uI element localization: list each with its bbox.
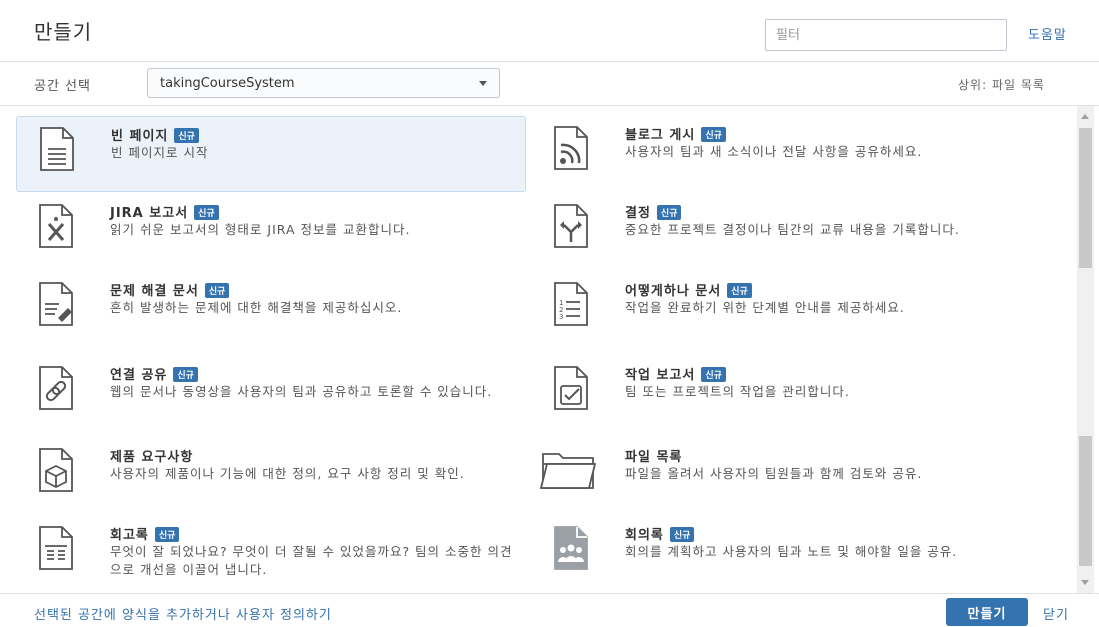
template-title: 블로그 게시 <box>625 128 696 143</box>
template-item-meeting-notes[interactable]: 회의록 신규 회의를 계획하고 사용자의 팀과 노트 및 해야할 일을 공유. <box>531 516 1041 592</box>
template-description: 파일을 올려서 사용자의 팀원들과 함께 검토와 공유. <box>625 466 923 481</box>
template-title: 작업 보고서 <box>625 368 696 383</box>
template-description: 무엇이 잘 되었나요? 무엇이 더 잘될 수 있었을까요? 팀의 소중한 의견으… <box>110 544 513 577</box>
template-title: 문제 해결 문서 <box>110 284 199 299</box>
retrospective-icon <box>34 524 78 572</box>
template-item-task-report[interactable]: 작업 보고서 신규 팀 또는 프로젝트의 작업을 관리합니다. <box>531 356 1041 432</box>
template-item-decision[interactable]: 결정 신규 중요한 프로젝트 결정이나 팀간의 교류 내용을 기록합니다. <box>531 194 1041 270</box>
template-list: 빈 페이지 신규 빈 페이지로 시작 블로그 게시 신규 사용자의 팀과 새 소식이… <box>0 106 1099 593</box>
jira-report-icon <box>34 202 78 250</box>
template-item-retrospective[interactable]: 회고록 신규 무엇이 잘 되었나요? 무엇이 더 잘될 수 있었을까요? 팀의 소… <box>16 516 526 592</box>
template-item-blog-post[interactable]: 블로그 게시 신규 사용자의 팀과 새 소식이나 전달 사항을 공유하세요. <box>531 116 1041 192</box>
task-report-icon <box>549 364 593 412</box>
space-selector-row: 공간 선택 takingCourseSystem 상위: 파일 목록 <box>0 62 1099 106</box>
scroll-down-arrow-icon[interactable] <box>1081 580 1089 585</box>
scroll-thumb-lower[interactable] <box>1079 436 1092 566</box>
template-title: 제품 요구사항 <box>110 450 194 465</box>
template-title: 회의록 <box>625 528 664 543</box>
link-share-icon <box>34 364 78 412</box>
template-item-link-share[interactable]: 연결 공유 신규 웹의 문서나 동영상을 사용자의 팀과 공유하고 토론할 수 있… <box>16 356 526 432</box>
space-select-dropdown[interactable]: takingCourseSystem <box>147 68 500 98</box>
template-title: 연결 공유 <box>110 368 168 383</box>
filter-input[interactable] <box>765 19 1007 51</box>
customize-templates-link[interactable]: 선택된 공간에 양식을 추가하거나 사용자 정의하기 <box>34 604 332 623</box>
template-description: 회의를 계획하고 사용자의 팀과 노트 및 해야할 일을 공유. <box>625 544 958 559</box>
meeting-notes-icon <box>549 524 593 572</box>
template-description: 중요한 프로젝트 결정이나 팀간의 교류 내용을 기록합니다. <box>625 222 960 237</box>
template-description: 작업을 완료하기 위한 단계별 안내를 제공하세요. <box>625 300 905 315</box>
dialog-header: 만들기 도움말 <box>0 0 1099 62</box>
new-badge: 신규 <box>727 283 752 298</box>
new-badge: 신규 <box>174 128 199 143</box>
scrollbar[interactable] <box>1077 106 1094 593</box>
new-badge: 신규 <box>656 205 682 220</box>
template-item-how-to[interactable]: 123 어떻게하나 문서 신규 작업을 완료하기 위한 단계별 안내를 제공하세요… <box>531 272 1041 348</box>
template-description: 빈 페이지로 시작 <box>111 145 209 160</box>
new-badge: 신규 <box>154 527 180 542</box>
template-item-troubleshooting[interactable]: 문제 해결 문서 신규 흔히 발생하는 문제에 대한 해결책을 제공하십시오. <box>16 272 526 348</box>
template-description: 사용자의 팀과 새 소식이나 전달 사항을 공유하세요. <box>625 144 923 159</box>
scroll-thumb[interactable] <box>1079 128 1092 268</box>
new-badge: 신규 <box>194 205 219 220</box>
new-badge: 신규 <box>173 367 198 382</box>
product-requirements-icon <box>34 446 78 494</box>
svg-text:3: 3 <box>559 313 563 321</box>
new-badge: 신규 <box>701 367 726 382</box>
template-description: 흔히 발생하는 문제에 대한 해결책을 제공하십시오. <box>110 300 403 315</box>
template-item-file-list[interactable]: 파일 목록 파일을 올려서 사용자의 팀원들과 함께 검토와 공유. <box>531 438 1041 514</box>
help-link[interactable]: 도움말 <box>1028 24 1067 43</box>
create-button[interactable]: 만들기 <box>946 598 1028 626</box>
template-title: JIRA 보고서 <box>110 206 189 221</box>
decision-icon <box>549 202 593 250</box>
template-title: 어떻게하나 문서 <box>625 284 722 299</box>
dialog-title: 만들기 <box>34 20 93 44</box>
new-badge: 신규 <box>701 127 726 142</box>
how-to-list-icon: 123 <box>549 280 593 328</box>
template-description: 팀 또는 프로젝트의 작업을 관리합니다. <box>625 384 850 399</box>
file-list-folder-icon <box>539 446 597 494</box>
blank-page-icon <box>35 125 79 173</box>
template-item-blank-page[interactable]: 빈 페이지 신규 빈 페이지로 시작 <box>16 116 526 192</box>
template-description: 웹의 문서나 동영상을 사용자의 팀과 공유하고 토론할 수 있습니다. <box>110 384 493 399</box>
troubleshooting-icon <box>34 280 78 328</box>
template-item-product-requirements[interactable]: 제품 요구사항 사용자의 제품이나 기능에 대한 정의, 요구 사항 정리 및 … <box>16 438 526 514</box>
template-description: 사용자의 제품이나 기능에 대한 정의, 요구 사항 정리 및 확인. <box>110 466 465 481</box>
parent-page-label: 상위: 파일 목록 <box>958 78 1045 92</box>
template-title: 파일 목록 <box>625 450 683 465</box>
template-title: 결정 <box>625 206 651 221</box>
scroll-up-arrow-icon[interactable] <box>1081 114 1089 119</box>
template-item-jira-report[interactable]: JIRA 보고서 신규 읽기 쉬운 보고서의 형태로 JIRA 정보를 교환합니다… <box>16 194 526 270</box>
chevron-down-icon <box>479 81 487 86</box>
template-title: 빈 페이지 <box>111 129 169 144</box>
space-select-value: takingCourseSystem <box>160 76 295 91</box>
template-description: 읽기 쉬운 보고서의 형태로 JIRA 정보를 교환합니다. <box>110 222 411 237</box>
dialog-footer: 선택된 공간에 양식을 추가하거나 사용자 정의하기 만들기 닫기 <box>0 593 1099 627</box>
space-select-label: 공간 선택 <box>34 79 91 94</box>
template-title: 회고록 <box>110 528 149 543</box>
blog-rss-icon <box>549 124 593 172</box>
new-badge: 신규 <box>669 527 695 542</box>
close-link[interactable]: 닫기 <box>1043 604 1069 623</box>
new-badge: 신규 <box>204 283 230 298</box>
